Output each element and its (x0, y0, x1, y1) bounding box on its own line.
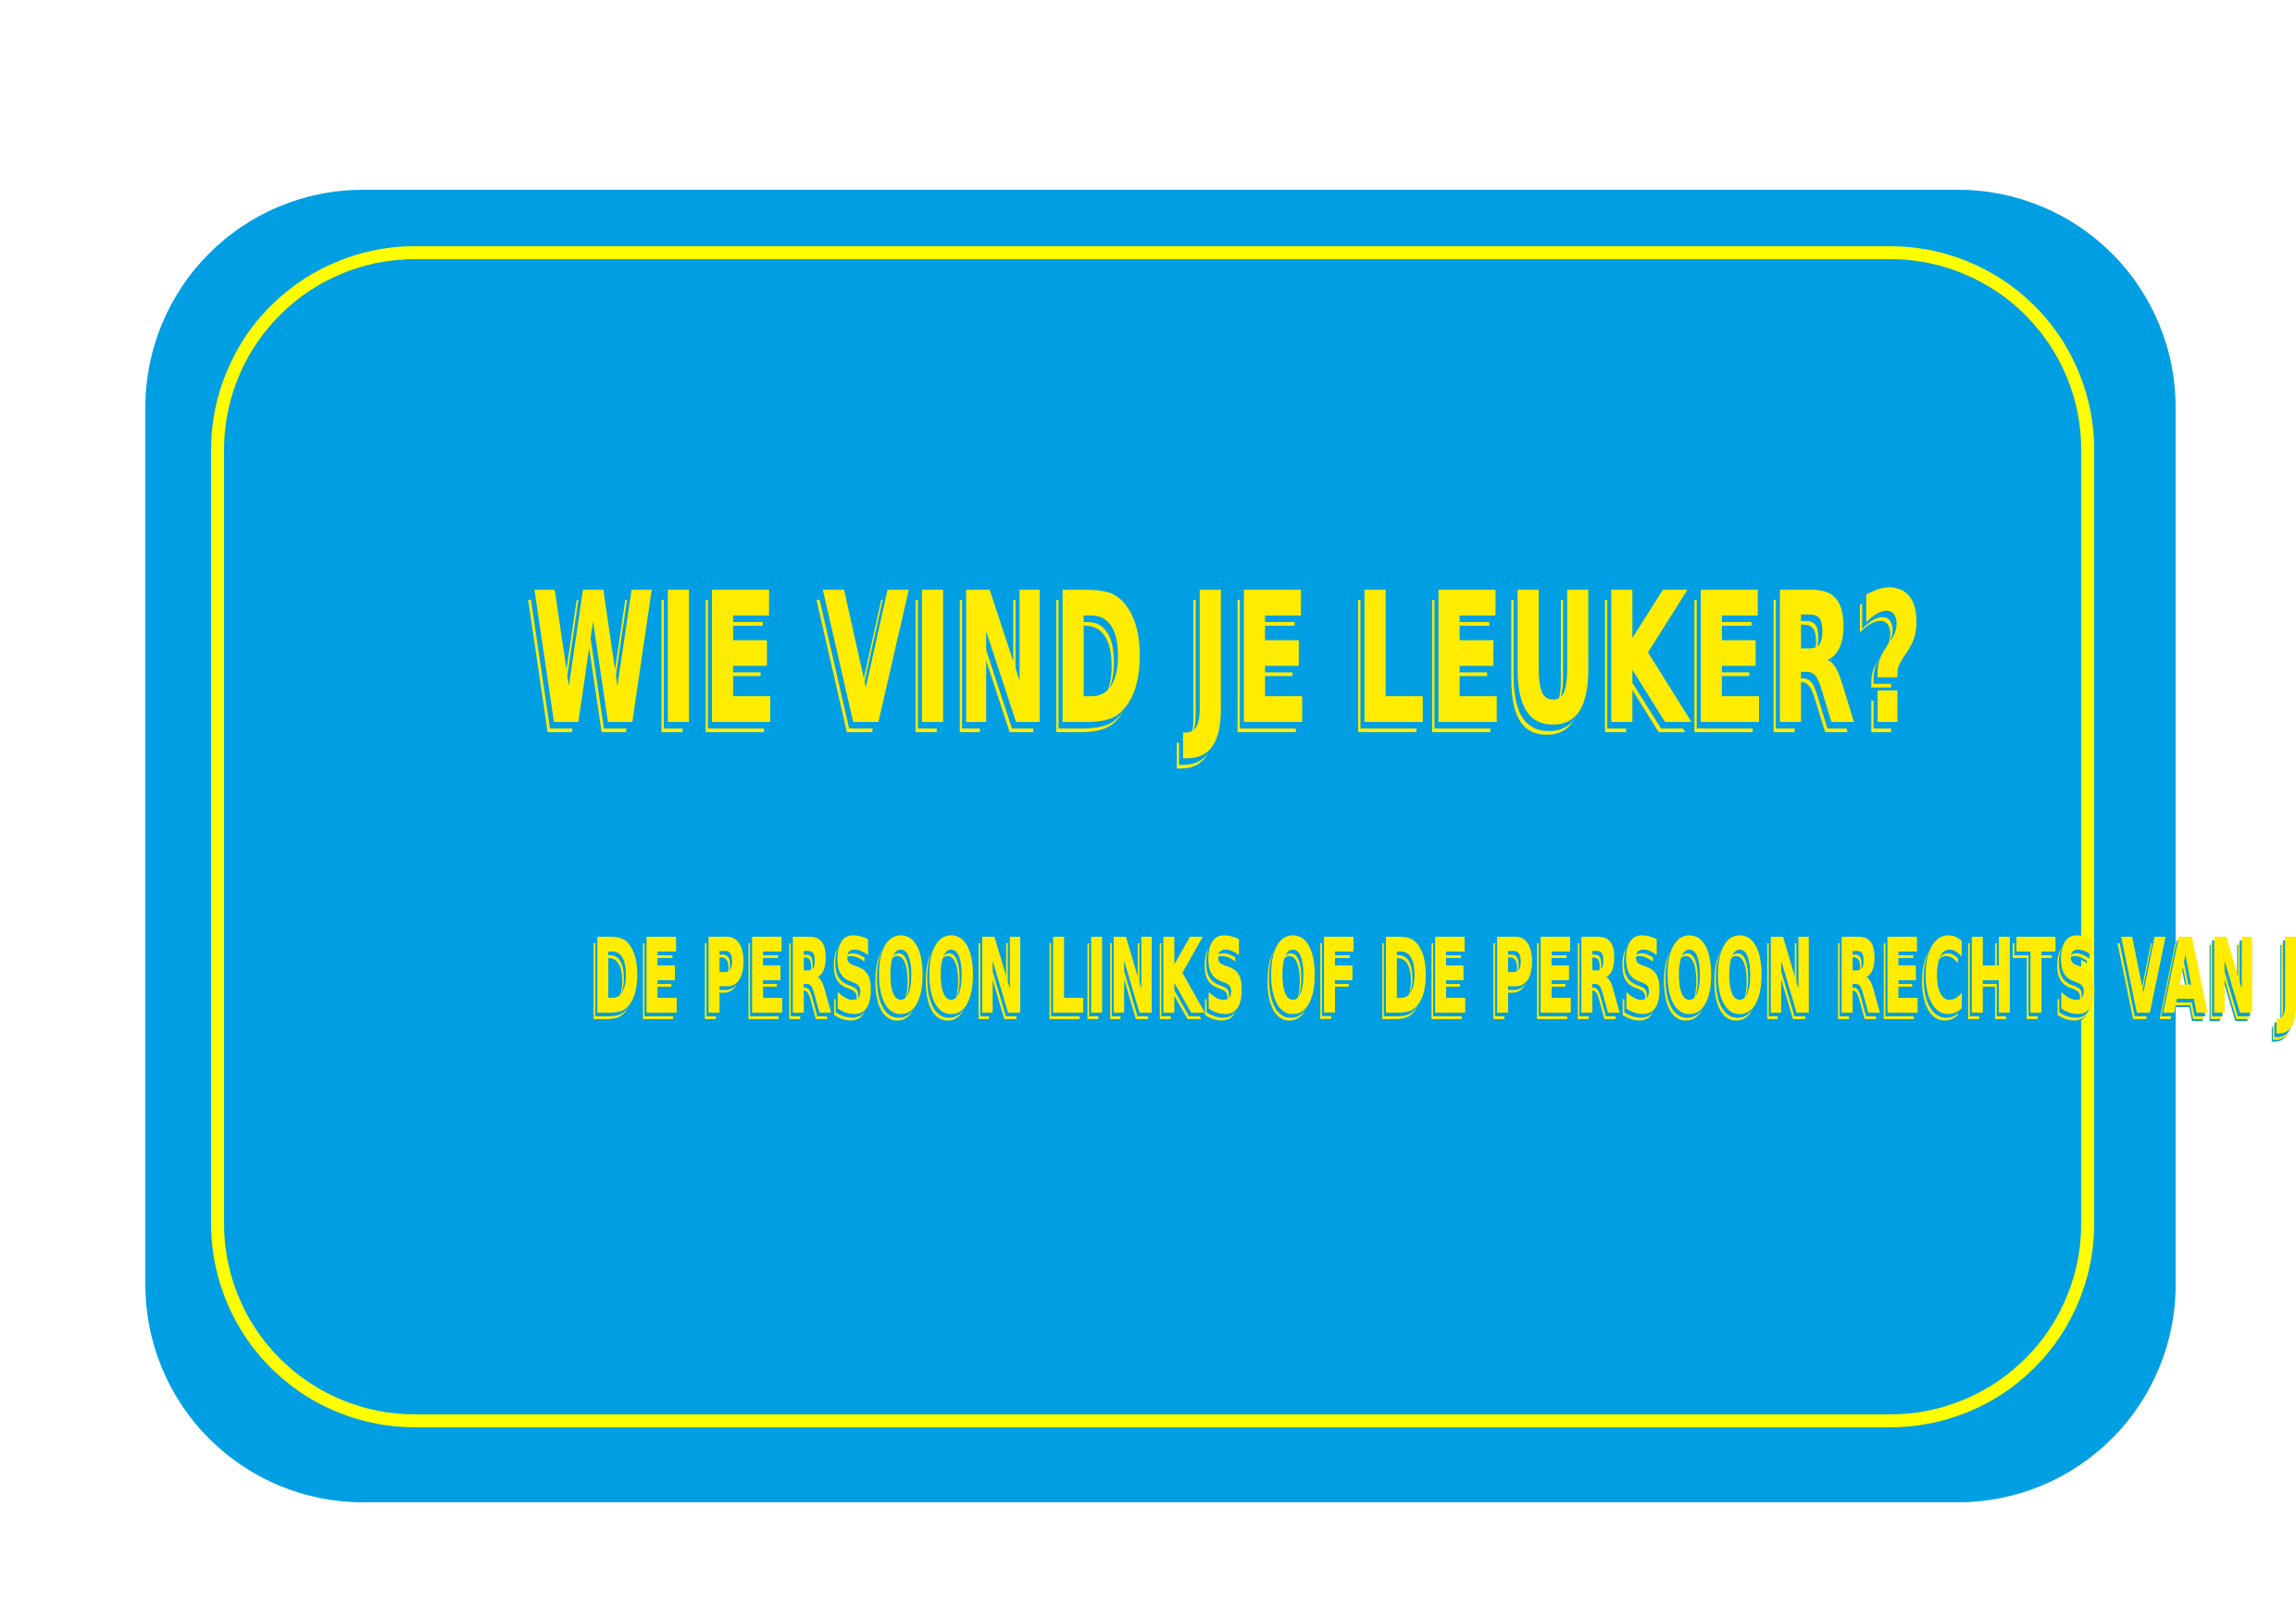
question-card: WIE VIND JE LEUKER? DE PERSOON LINKS OF … (145, 190, 2296, 1502)
card-inner-frame (211, 246, 2094, 1427)
card-title: WIE VIND JE LEUKER? (530, 554, 1927, 765)
card-subtitle: DE PERSOON LINKS OF DE PERSOON RECHTS VA… (592, 917, 2296, 1038)
